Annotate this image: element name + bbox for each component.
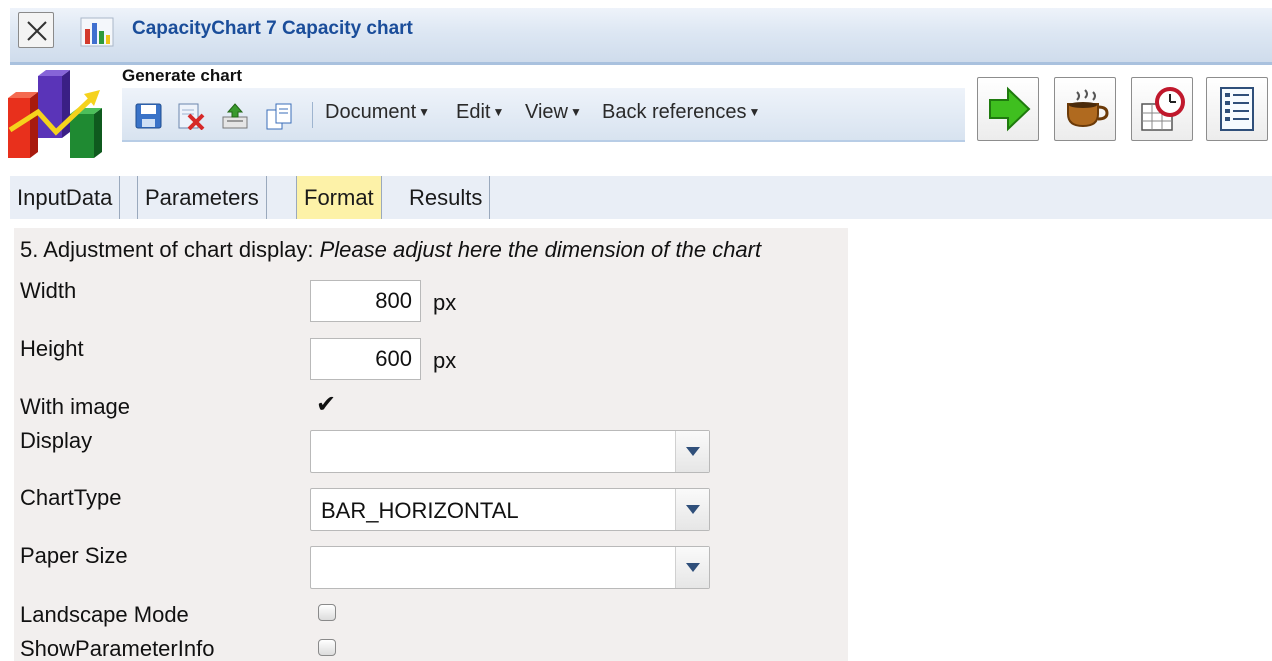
width-input[interactable]: 800 [310,280,421,322]
coffee-icon [1067,89,1109,128]
menu-back-references[interactable]: Back references ▼ [602,101,760,124]
charttype-value: BAR_HORIZONTAL [321,498,519,523]
section-title: 5. Adjustment of chart display: Please a… [20,237,761,263]
section-hint: Please adjust here the dimension of the … [319,237,762,262]
show-parameter-info-label: ShowParameterInfo [20,636,215,661]
chevron-down-icon[interactable] [675,489,709,530]
title-bar: CapacityChart 7 Capacity chart [10,8,1272,65]
height-label: Height [20,336,84,361]
tab-format[interactable]: Format [296,176,382,219]
app-logo-icon [4,68,122,160]
width-label: Width [20,278,77,303]
window-title: CapacityChart 7 Capacity chart [132,18,413,39]
caret-down-icon: ▼ [570,105,582,119]
delete-icon[interactable] [176,102,206,130]
section-label: Generate chart [122,66,242,85]
chevron-down-icon[interactable] [675,547,709,588]
caret-down-icon: ▼ [418,105,431,119]
toolbar-divider [312,102,313,128]
tab-inputdata[interactable]: InputData [10,176,121,219]
coffee-button[interactable] [1054,77,1116,141]
menu-bar: Document ▼ Edit ▼ View ▼ Back references ▼ [122,88,965,142]
section-title-text: 5. Adjustment of chart display: [20,237,320,262]
height-unit: px [433,348,457,373]
height-input[interactable]: 600 [310,338,421,380]
tab-parameters[interactable]: Parameters [137,176,267,219]
show-parameter-info-checkbox[interactable] [318,639,336,656]
with-image-label: With image [20,394,131,419]
run-arrow-icon [989,86,1031,132]
chevron-down-icon[interactable] [675,431,709,472]
landscape-mode-checkbox[interactable] [318,604,336,621]
menu-document-label: Document [325,101,417,123]
display-select[interactable] [310,430,710,473]
menu-view-label: View [525,101,568,123]
close-button[interactable] [18,12,54,48]
run-button[interactable] [977,77,1039,141]
schedule-button[interactable] [1131,77,1193,141]
bar-chart-icon [80,17,114,47]
report-list-icon [1220,87,1254,131]
with-image-checkbox[interactable]: ✔ [316,390,336,419]
paper-size-select[interactable] [310,546,710,589]
charttype-select[interactable]: BAR_HORIZONTAL [310,488,710,531]
charttype-label: ChartType [20,485,122,510]
tab-results[interactable]: Results [402,176,491,219]
landscape-mode-label: Landscape Mode [20,602,189,627]
close-icon [27,21,47,41]
menu-document[interactable]: Document ▼ [325,101,430,124]
caret-down-icon: ▼ [492,105,505,119]
copy-icon[interactable] [264,102,294,130]
width-unit: px [433,290,457,315]
menu-back-references-label: Back references [602,101,747,123]
menu-edit[interactable]: Edit ▼ [456,101,504,124]
menu-edit-label: Edit [456,101,491,123]
save-icon[interactable] [134,102,164,130]
menu-view[interactable]: View ▼ [525,101,582,124]
paper-size-label: Paper Size [20,543,128,568]
schedule-clock-icon [1141,87,1185,131]
upload-icon[interactable] [220,102,250,130]
caret-down-icon: ▼ [748,105,761,119]
display-label: Display [20,428,93,453]
report-button[interactable] [1206,77,1268,141]
